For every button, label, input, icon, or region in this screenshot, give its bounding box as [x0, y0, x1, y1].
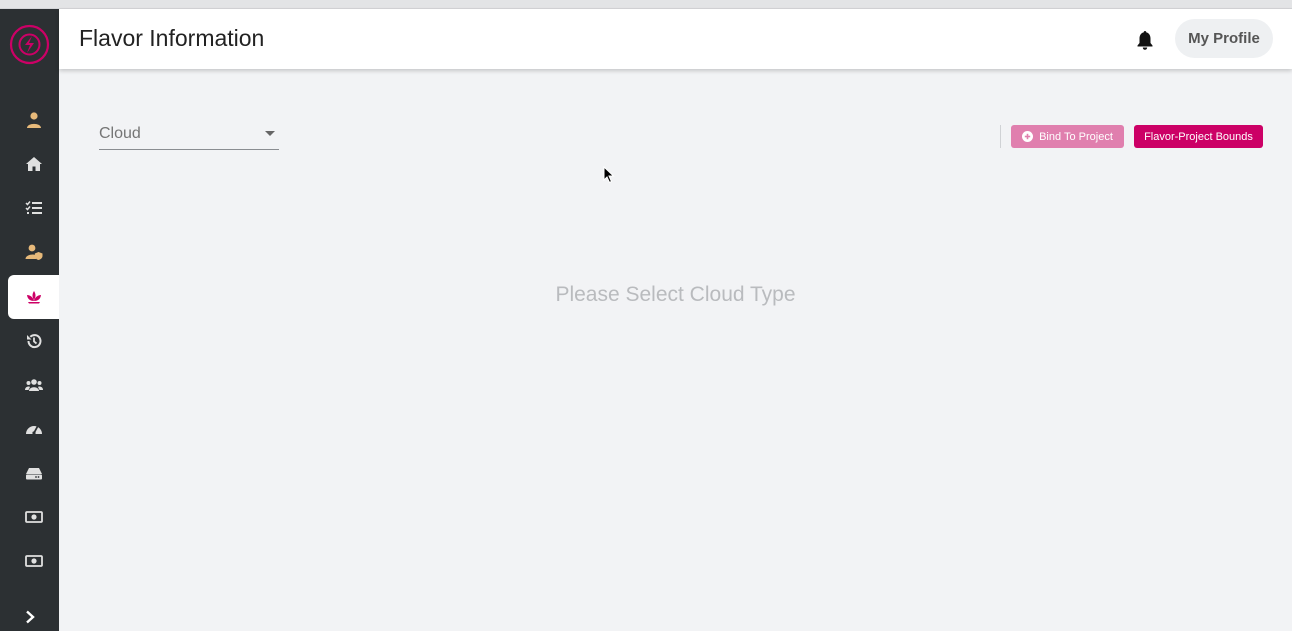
- sidebar-item-tasks[interactable]: [8, 186, 59, 230]
- sidebar: [0, 9, 59, 631]
- toolbar-divider: [1000, 125, 1001, 148]
- app-logo[interactable]: [9, 24, 50, 65]
- cloud-select[interactable]: Cloud: [99, 118, 279, 150]
- page-title: Flavor Information: [79, 25, 265, 51]
- user-shield-icon: [25, 244, 42, 260]
- empty-state-message: Please Select Cloud Type: [555, 283, 796, 306]
- checklist-icon: [24, 201, 42, 214]
- bell-icon: [1137, 30, 1153, 50]
- caret-down-icon: [265, 131, 275, 136]
- sidebar-item-payments[interactable]: [8, 539, 59, 583]
- browser-top-strip: [0, 0, 1292, 9]
- bind-to-project-button[interactable]: Bind To Project: [1011, 125, 1124, 148]
- my-profile-button[interactable]: My Profile: [1175, 19, 1273, 58]
- sidebar-item-history[interactable]: [8, 319, 59, 363]
- notifications-button[interactable]: [1134, 29, 1156, 51]
- cloud-select-label: Cloud: [99, 125, 141, 142]
- sidebar-item-users[interactable]: [8, 363, 59, 407]
- sidebar-item-admin[interactable]: [8, 230, 59, 274]
- flavor-project-bounds-button[interactable]: Flavor-Project Bounds: [1134, 125, 1263, 148]
- sidebar-item-user[interactable]: [8, 98, 59, 142]
- home-icon: [25, 157, 42, 171]
- logo-icon: [9, 24, 50, 65]
- money-bill-icon: [24, 511, 43, 523]
- sidebar-expand-button[interactable]: [8, 603, 52, 631]
- plus-circle-icon: [1022, 131, 1034, 142]
- sidebar-item-dashboard[interactable]: [8, 407, 59, 451]
- users-icon: [24, 379, 43, 391]
- sidebar-item-billing[interactable]: [8, 495, 59, 539]
- storage-drive-icon: [25, 468, 42, 480]
- sidebar-item-storage[interactable]: [8, 451, 59, 495]
- dashboard-gauge-icon: [25, 426, 42, 435]
- bind-to-project-label: Bind To Project: [1039, 130, 1113, 143]
- flavor-lotus-icon: [26, 291, 41, 304]
- chevron-right-icon: [26, 610, 35, 624]
- sidebar-item-flavor[interactable]: [8, 275, 59, 319]
- money-bill-icon: [24, 555, 43, 567]
- top-header: Flavor Information My Profile: [59, 9, 1292, 69]
- user-icon: [26, 112, 41, 128]
- mouse-cursor-icon: [603, 166, 615, 184]
- history-icon: [26, 334, 41, 349]
- sidebar-item-home[interactable]: [8, 142, 59, 186]
